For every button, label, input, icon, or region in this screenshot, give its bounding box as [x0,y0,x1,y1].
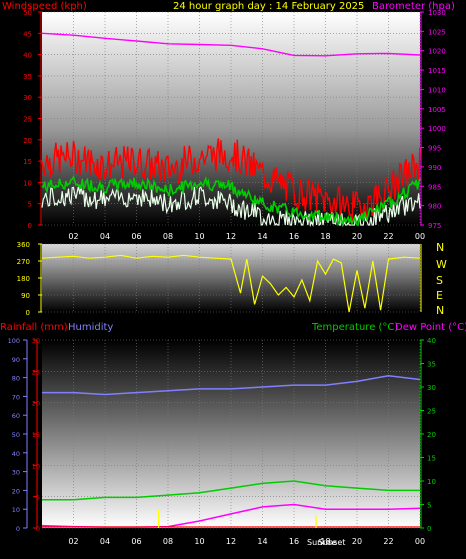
x-tick-label: 20 [352,537,362,546]
x-tick-label: 02 [68,537,78,546]
humidity-tick-label: 10 [12,506,20,514]
compass-labels: N W S E N [436,241,447,317]
y-right-tick-label: 985 [428,183,441,191]
x-tick-label: 04 [100,537,110,546]
x-tick-label: 22 [383,537,393,546]
y-right-tick-label: 1020 [428,48,446,56]
rainfall-tick-label: 15 [32,431,40,439]
y-left-tick-label: 35 [23,73,32,81]
y-left-tick-label: 10 [23,179,32,187]
y-right-tick-label: 1025 [428,28,446,36]
compass-label: S [436,274,443,287]
x-tick-label: 16 [289,232,299,241]
rainfall-tick-label: 0 [36,525,40,533]
x-tick-label: 06 [131,232,141,241]
weather-graph: Windspeed (kph) 24 hour graph day : 14 F… [0,0,466,555]
dewpoint-axis-title: Dew Point (°C) [395,322,466,333]
y-left-tick-label: 45 [23,30,32,38]
rainfall-tick-label: 10 [32,462,40,470]
compass-label: E [436,289,443,302]
temperature-tick-label: 35 [427,361,436,369]
rainfall-axis-title: Rainfall (mm) [0,322,68,333]
y-tick-label: 180 [17,275,30,283]
rainfall-tick-label: 25 [32,368,40,376]
temperature-axis-title: Temperature (°C) [311,322,398,333]
humidity-tick-label: 40 [12,450,20,458]
y-left-tick-label: 25 [23,116,32,124]
x-tick-label: 12 [226,537,236,546]
temperature-tick-label: 25 [427,408,436,416]
chart-title: 24 hour graph day : 14 February 2025 [173,1,364,12]
y-left-tick-label: 0 [28,222,32,230]
y-right-tick-label: 975 [428,222,441,230]
x-tick-label: 04 [100,232,110,241]
temperature-tick-label: 40 [427,337,436,345]
x-tick-label: 20 [352,232,362,241]
humidity-axis-title: Humidity [68,322,113,333]
humidity-tick-label: 90 [12,356,20,364]
rainfall-tick-label: 30 [32,337,40,345]
y-left-tick-label: 20 [23,137,32,145]
y-left-tick-label: 40 [23,52,32,60]
y-left-tick-label: 50 [23,9,32,17]
humidity-tick-label: 50 [12,431,20,439]
y-right-tick-label: 1015 [428,67,446,75]
compass-label: N [436,304,444,317]
wind-direction-panel: 0 90 180 270 360 [17,241,422,317]
y-right-tick-label: 1000 [428,125,446,133]
x-tick-label: 22 [383,232,393,241]
humidity-tick-label: 100 [8,337,20,345]
temperature-tick-label: 0 [427,525,431,533]
temperature-tick-label: 20 [427,431,436,439]
x-tick-label: 00 [415,232,425,241]
y-tick-label: 360 [17,241,30,249]
temperature-tick-label: 5 [427,502,431,510]
humidity-tick-label: 20 [12,487,20,495]
y-right-tick-label: 990 [428,164,441,172]
y-left-tick-label: 15 [23,158,32,166]
humidity-tick-label: 30 [12,469,20,477]
x-tick-label: 14 [257,232,267,241]
x-tick-label: 14 [257,537,267,546]
x-tick-label: 00 [415,537,425,546]
y-left-tick-label: 30 [23,94,32,102]
y-left-tick-label: 5 [28,201,32,209]
x-tick-label: 18 [320,232,330,241]
sunset-label: Sunset [318,538,345,547]
y-right-tick-label: 980 [428,203,441,211]
temperature-tick-label: 10 [427,478,436,486]
weather-chart-canvas: Windspeed (kph) 24 hour graph day : 14 F… [0,1,466,547]
x-tick-label: 08 [163,537,173,546]
compass-label: W [436,258,447,271]
x-tick-label: 10 [194,537,204,546]
temperature-humidity-panel: 02 04 06 08 10 12 14 16 18 20 22 000510152025300102… [8,337,436,546]
y-right-tick-label: 1005 [428,106,446,114]
x-tick-label: 16 [289,537,299,546]
humidity-tick-label: 0 [16,525,20,533]
wind-barometer-panel: 02 04 06 08 10 12 14 16 18 20 22 000510152025303540… [23,9,446,241]
rainfall-tick-label: 20 [32,400,40,408]
humidity-tick-label: 70 [12,393,20,401]
compass-label: N [436,241,444,254]
x-tick-label: 08 [163,232,173,241]
y-right-tick-label: 1030 [428,9,446,17]
y-tick-label: 0 [26,309,30,317]
x-tick-label: 02 [68,232,78,241]
x-tick-label: 12 [226,232,236,241]
rainfall-tick-label: 5 [36,494,40,502]
humidity-tick-label: 80 [12,375,20,383]
temperature-tick-label: 30 [427,384,436,392]
windspeed-axis-title: Windspeed (kph) [2,1,87,12]
temperature-tick-label: 15 [427,455,436,463]
y-tick-label: 90 [21,292,30,300]
x-tick-label: 06 [131,537,141,546]
y-right-tick-label: 995 [428,145,441,153]
x-tick-label: 10 [194,232,204,241]
humidity-tick-label: 60 [12,412,20,420]
y-right-tick-label: 1010 [428,86,446,94]
y-tick-label: 270 [17,258,30,266]
